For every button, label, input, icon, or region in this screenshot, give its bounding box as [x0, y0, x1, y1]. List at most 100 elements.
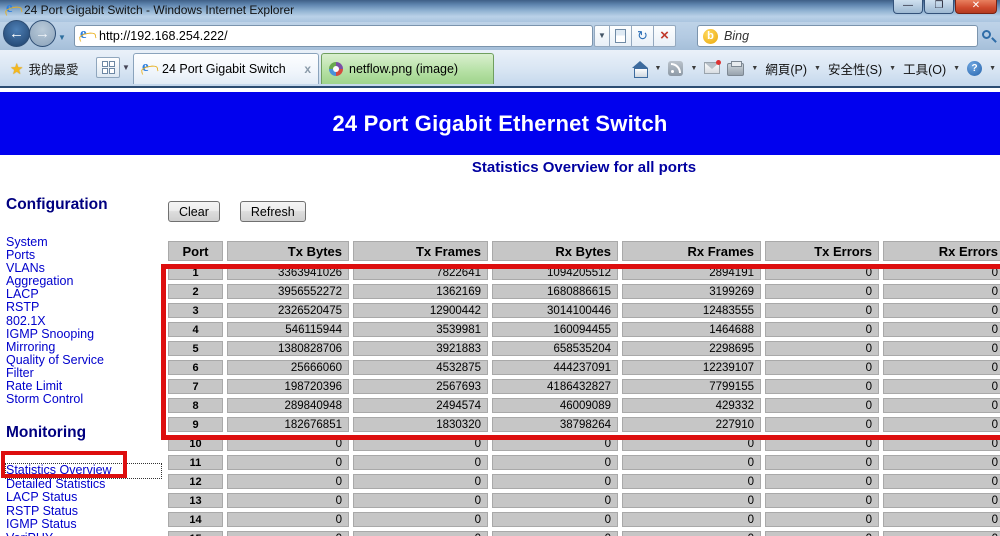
- rss-feed-icon[interactable]: [668, 61, 683, 76]
- tab-label: netflow.png (image): [349, 62, 458, 76]
- forward-button[interactable]: →: [29, 20, 56, 47]
- sidebar-item[interactable]: Storm Control: [6, 393, 161, 406]
- sidebar-item[interactable]: Mirroring: [6, 341, 161, 354]
- cell-rx-errors: 0: [883, 512, 1000, 527]
- cell-rx-bytes: 1094205512: [492, 265, 618, 280]
- col-rx-frames: Rx Frames: [622, 241, 761, 261]
- cell-port: 2: [168, 284, 223, 299]
- address-dropdown-button[interactable]: ▼: [594, 25, 610, 47]
- sidebar-item[interactable]: Quality of Service: [6, 354, 161, 367]
- address-input[interactable]: http://192.168.254.222/: [74, 25, 593, 47]
- tab-netflow-image[interactable]: netflow.png (image): [321, 53, 494, 84]
- cell-rx-errors: 0: [883, 303, 1000, 318]
- cell-rx-frames: 2298695: [622, 341, 761, 356]
- sidebar-item[interactable]: RSTP: [6, 301, 161, 314]
- sidebar-item[interactable]: LACP Status: [6, 491, 161, 505]
- refresh-button[interactable]: ↻: [632, 25, 654, 47]
- cell-port: 15: [168, 531, 223, 536]
- quick-tabs-button[interactable]: [96, 57, 120, 78]
- tab-switch-page[interactable]: 24 Port Gigabit Switch x: [133, 53, 319, 84]
- cell-rx-errors: 0: [883, 417, 1000, 432]
- cell-tx-errors: 0: [765, 341, 879, 356]
- menu-page[interactable]: 網頁(P): [765, 59, 807, 78]
- cell-tx-errors: 0: [765, 303, 879, 318]
- rss-dropdown-icon[interactable]: ▼: [690, 65, 697, 72]
- tabs-bar: ★ 我的最愛 ▼ 24 Port Gigabit Switch x netflo…: [0, 50, 1000, 86]
- back-button[interactable]: ←: [3, 20, 30, 47]
- minimize-button[interactable]: —: [893, 0, 923, 14]
- cell-rx-frames: 2894191: [622, 265, 761, 280]
- cell-rx-frames: 0: [622, 512, 761, 527]
- stop-button[interactable]: ×: [654, 25, 676, 47]
- sidebar-item[interactable]: VeriPHY: [6, 532, 161, 536]
- cell-rx-bytes: 46009089: [492, 398, 618, 413]
- cell-rx-frames: 12483555: [622, 303, 761, 318]
- cell-port: 4: [168, 322, 223, 337]
- clear-button[interactable]: Clear: [168, 201, 220, 222]
- table-row: 7 198720396 2567693 4186432827 7799155 0…: [168, 379, 1000, 394]
- safety-dropdown-icon[interactable]: ▼: [889, 65, 896, 72]
- favorites-button[interactable]: ★ 我的最愛: [4, 56, 84, 81]
- cell-rx-bytes: 0: [492, 474, 618, 489]
- cell-rx-frames: 227910: [622, 417, 761, 432]
- home-icon[interactable]: [632, 62, 648, 76]
- read-mail-icon[interactable]: [704, 62, 720, 74]
- cell-tx-frames: 0: [353, 531, 488, 536]
- cell-port: 8: [168, 398, 223, 413]
- cell-rx-errors: 0: [883, 265, 1000, 280]
- cell-tx-bytes: 25666060: [227, 360, 349, 375]
- cell-tx-frames: 1362169: [353, 284, 488, 299]
- sidebar-item[interactable]: IGMP Snooping: [6, 328, 161, 341]
- cell-tx-bytes: 3363941026: [227, 265, 349, 280]
- search-icon[interactable]: [982, 30, 991, 39]
- tab-favicon-ie: [141, 62, 156, 77]
- cell-rx-bytes: 444237091: [492, 360, 618, 375]
- close-button[interactable]: ✕: [955, 0, 997, 14]
- table-header-row: Port Tx Bytes Tx Frames Rx Bytes Rx Fram…: [168, 241, 1000, 261]
- cell-tx-errors: 0: [765, 265, 879, 280]
- compatibility-icon: [615, 29, 626, 43]
- sidebar-item[interactable]: RSTP Status: [6, 505, 161, 519]
- table-row: 14 0 0 0 0 0 0: [168, 512, 1000, 527]
- cell-rx-errors: 0: [883, 474, 1000, 489]
- home-dropdown-icon[interactable]: ▼: [655, 65, 662, 72]
- sidebar-item[interactable]: IGMP Status: [6, 518, 161, 532]
- cell-tx-errors: 0: [765, 322, 879, 337]
- sidebar-item[interactable]: 802.1X: [6, 315, 161, 328]
- col-port: Port: [168, 241, 223, 261]
- compatibility-view-button[interactable]: [610, 25, 632, 47]
- cell-tx-bytes: 0: [227, 493, 349, 508]
- help-dropdown-icon[interactable]: ▼: [989, 65, 996, 72]
- cell-tx-frames: 0: [353, 493, 488, 508]
- quick-tabs-dropdown-icon[interactable]: ▼: [122, 63, 130, 72]
- sidebar-item[interactable]: Statistics Overview: [6, 464, 161, 478]
- tab-favicon-pinwheel: [329, 62, 343, 76]
- sidebar-nav: Configuration SystemPortsVLANsAggregatio…: [6, 196, 161, 536]
- menu-safety[interactable]: 安全性(S): [828, 59, 882, 78]
- help-icon[interactable]: ?: [967, 61, 982, 76]
- menu-tools[interactable]: 工具(O): [903, 59, 946, 78]
- cell-rx-errors: 0: [883, 493, 1000, 508]
- page-dropdown-icon[interactable]: ▼: [814, 65, 821, 72]
- search-input[interactable]: b Bing: [697, 25, 978, 47]
- cell-rx-errors: 0: [883, 341, 1000, 356]
- cell-rx-bytes: 1680886615: [492, 284, 618, 299]
- print-icon[interactable]: [727, 63, 744, 76]
- print-dropdown-icon[interactable]: ▼: [751, 65, 758, 72]
- history-dropdown-icon[interactable]: ▼: [58, 33, 66, 42]
- cell-rx-bytes: 4186432827: [492, 379, 618, 394]
- col-rx-errors: Rx Errors: [883, 241, 1000, 261]
- cell-rx-frames: 0: [622, 474, 761, 489]
- title-bar: 24 Port Gigabit Switch - Windows Interne…: [0, 0, 1000, 22]
- cell-tx-frames: 0: [353, 474, 488, 489]
- tab-close-icon[interactable]: x: [304, 62, 311, 76]
- refresh-button[interactable]: Refresh: [240, 201, 306, 222]
- cell-tx-frames: 3539981: [353, 322, 488, 337]
- restore-button[interactable]: ❐: [924, 0, 954, 14]
- cell-tx-bytes: 198720396: [227, 379, 349, 394]
- tools-dropdown-icon[interactable]: ▼: [953, 65, 960, 72]
- internet-explorer-icon: [5, 3, 20, 18]
- sidebar-item[interactable]: Detailed Statistics: [6, 478, 161, 492]
- cell-rx-bytes: 0: [492, 436, 618, 451]
- favorites-star-icon: ★: [10, 60, 23, 78]
